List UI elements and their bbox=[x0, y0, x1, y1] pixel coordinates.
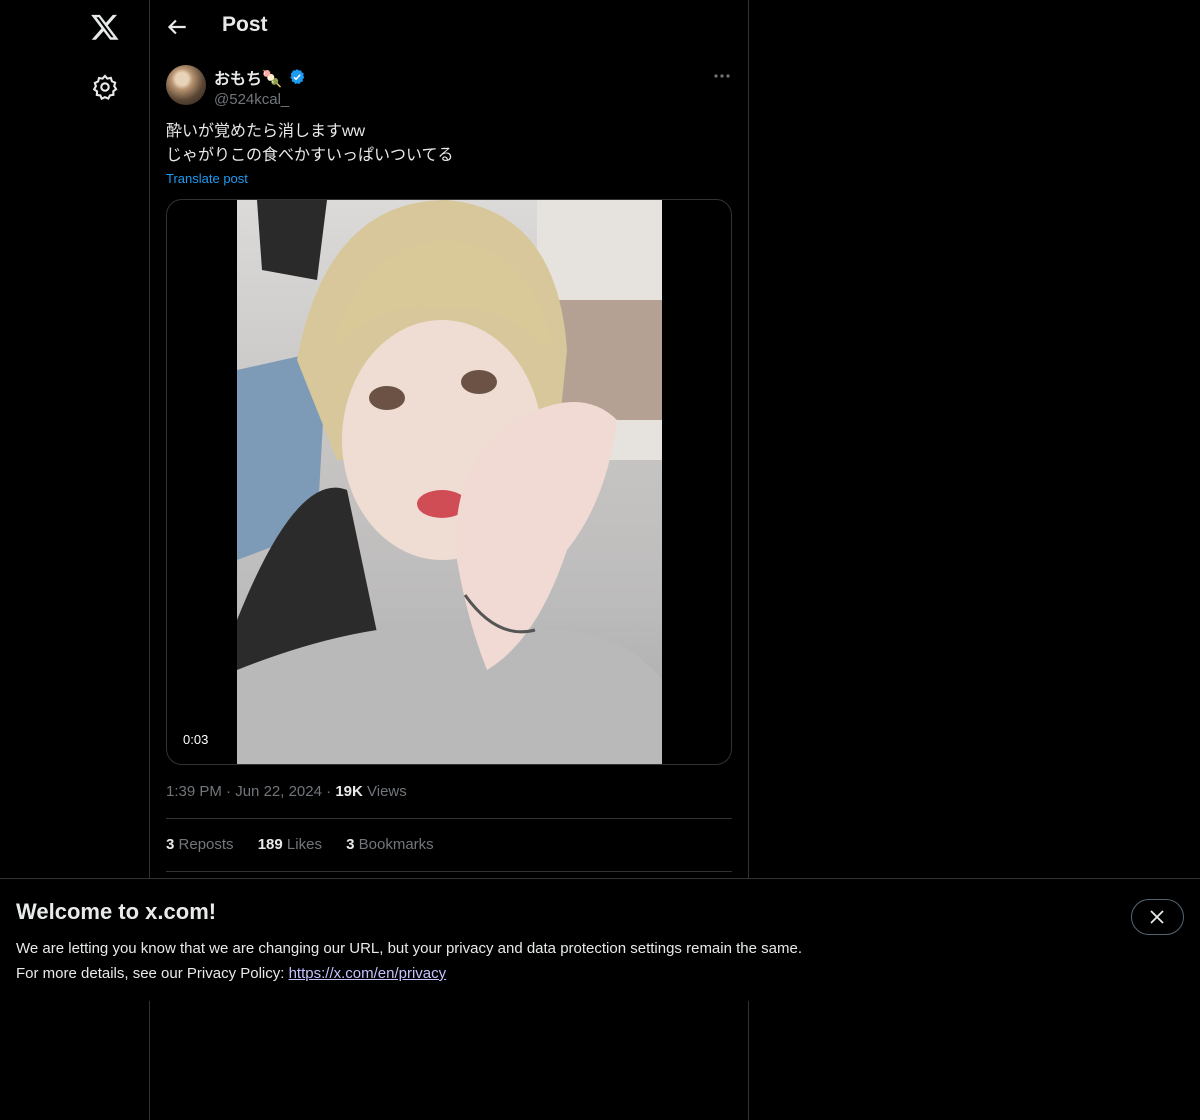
likes-count: 189 bbox=[257, 836, 283, 853]
post-meta: 1:39 PM · Jun 22, 2024 · 19K Views bbox=[166, 783, 407, 800]
reposts-label: Reposts bbox=[178, 836, 234, 853]
likes-stat[interactable]: 189 Likes bbox=[258, 836, 322, 853]
banner-body: We are letting you know that we are chan… bbox=[16, 936, 802, 986]
privacy-policy-link[interactable]: https://x.com/en/privacy bbox=[289, 965, 447, 982]
more-dots-icon[interactable] bbox=[712, 66, 732, 86]
back-arrow-icon[interactable] bbox=[164, 14, 190, 40]
reposts-stat[interactable]: 3 Reposts bbox=[166, 836, 234, 853]
meta-separator: · bbox=[326, 783, 336, 800]
banner-line-2-prefix: For more details, see our Privacy Policy… bbox=[16, 965, 289, 982]
likes-label: Likes bbox=[286, 836, 322, 853]
post-header: Post bbox=[150, 0, 748, 53]
bookmarks-label: Bookmarks bbox=[358, 836, 434, 853]
reposts-count: 3 bbox=[166, 836, 175, 853]
banner-line-1: We are letting you know that we are chan… bbox=[16, 940, 802, 957]
post-text: 酔いが覚めたら消しますww じゃがりこの食べかすいっぱいついてる bbox=[166, 123, 454, 164]
views-count: 19K bbox=[335, 783, 363, 800]
page-title: Post bbox=[222, 13, 268, 36]
post-time[interactable]: 1:39 PM bbox=[166, 783, 222, 800]
avatar[interactable] bbox=[166, 65, 206, 105]
settings-gear-icon[interactable] bbox=[91, 73, 119, 101]
divider bbox=[166, 818, 732, 819]
meta-separator: · bbox=[226, 783, 236, 800]
welcome-banner: Welcome to x.com! We are letting you kno… bbox=[0, 878, 1200, 1001]
bookmarks-stat[interactable]: 3 Bookmarks bbox=[346, 836, 434, 853]
post-date[interactable]: Jun 22, 2024 bbox=[235, 783, 322, 800]
video-duration: 0:03 bbox=[177, 730, 215, 749]
divider bbox=[166, 871, 732, 872]
banner-title: Welcome to x.com! bbox=[16, 899, 217, 924]
author-display-name[interactable]: おもち🍡 bbox=[214, 65, 282, 89]
close-icon bbox=[1150, 910, 1164, 924]
video-player[interactable]: 0:03 bbox=[166, 199, 732, 765]
engagement-stats: 3 Reposts 189 Likes 3 Bookmarks bbox=[166, 836, 454, 853]
close-banner-button[interactable] bbox=[1131, 899, 1184, 935]
views-label: Views bbox=[367, 783, 407, 800]
author-handle[interactable]: @524kcal_ bbox=[214, 91, 306, 108]
x-logo-icon[interactable] bbox=[90, 12, 120, 42]
verified-badge-icon bbox=[288, 68, 306, 86]
author-block: おもち🍡 @524kcal_ bbox=[214, 65, 306, 108]
video-thumbnail[interactable] bbox=[237, 200, 662, 764]
translate-post-link[interactable]: Translate post bbox=[166, 171, 248, 186]
banner-line-2: For more details, see our Privacy Policy… bbox=[16, 961, 802, 986]
bookmarks-count: 3 bbox=[346, 836, 355, 853]
